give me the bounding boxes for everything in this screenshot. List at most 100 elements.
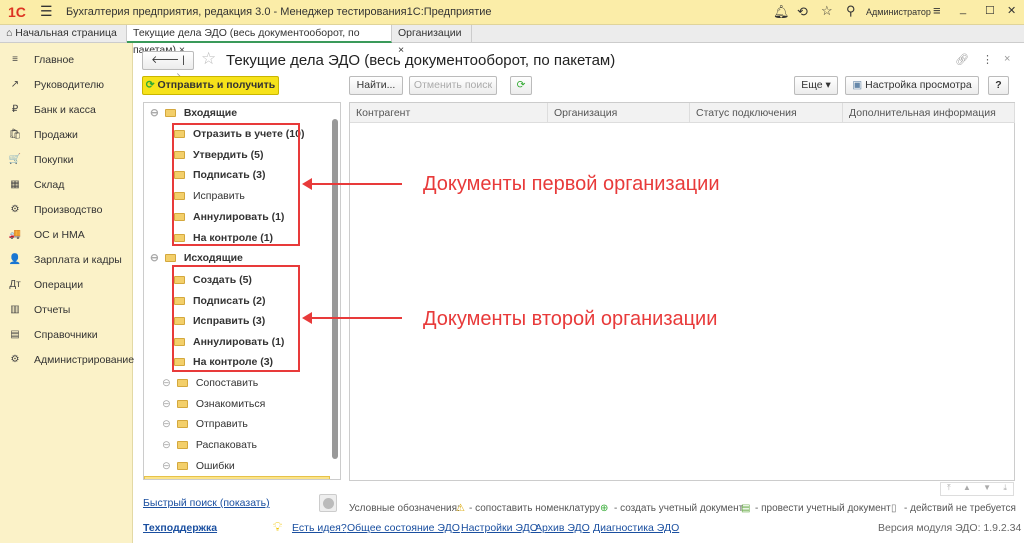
help-button[interactable]: ?: [988, 76, 1009, 95]
collapse-icon[interactable]: ⊖: [162, 435, 171, 455]
scroll-top-icon[interactable]: ⤒: [947, 483, 951, 495]
sidebar-item[interactable]: 🛍 Продажи: [8, 125, 78, 145]
star-icon[interactable]: ☆: [821, 3, 833, 19]
sidebar-item[interactable]: 👤 Зарплата и кадры: [8, 250, 122, 270]
sidebar-item-label: ОС и НМА: [34, 229, 85, 241]
tree-item-label: Отправить: [195, 418, 248, 431]
scroll-bottom-icon[interactable]: ⤓: [1003, 483, 1007, 495]
search-icon[interactable]: ⚲: [846, 3, 856, 19]
post-document-icon: ▤: [741, 503, 751, 514]
support-link[interactable]: Техподдержка: [143, 522, 217, 534]
collapse-icon[interactable]: ⊖: [162, 456, 171, 476]
collapse-icon[interactable]: ⊖: [150, 103, 159, 123]
idea-link[interactable]: Есть идея?: [292, 522, 347, 534]
sidebar-icon: 👤: [8, 254, 22, 265]
settings-menu-icon[interactable]: ≡: [933, 3, 941, 18]
sidebar-item[interactable]: 🛒 Покупки: [8, 150, 74, 170]
more-button[interactable]: Еще ▾: [794, 76, 838, 95]
folder-icon: [176, 420, 188, 429]
tab-organizations[interactable]: Организации ×: [392, 25, 472, 56]
tree-item-selected[interactable]: ⊖ Приглашения: [144, 476, 330, 479]
tree-item-label: Ознакомиться: [195, 397, 266, 410]
collapse-icon[interactable]: ⊖: [165, 476, 174, 479]
collapse-icon[interactable]: ⊖: [162, 373, 171, 393]
column-header-organization[interactable]: Организация: [548, 103, 690, 123]
edo-diagnostics-link[interactable]: Диагностика ЭДО: [593, 522, 679, 534]
more-menu-icon[interactable]: ⋮: [982, 53, 993, 66]
tree-item[interactable]: ⊖ Сопоставить: [162, 373, 258, 393]
link-icon[interactable]: 🔗︎: [955, 53, 969, 66]
tab-label: Начальная страница: [15, 27, 117, 39]
sidebar-item[interactable]: ≡ Главное: [8, 50, 74, 70]
highlight-box-second: [172, 265, 300, 372]
tree-item[interactable]: ⊖ Ознакомиться: [162, 394, 265, 414]
sidebar-item[interactable]: ₽ Банк и касса: [8, 100, 96, 120]
sidebar-item[interactable]: ▦ Склад: [8, 175, 64, 195]
sidebar-item[interactable]: ⚙ Производство: [8, 200, 103, 220]
tab-home[interactable]: ⌂ Начальная страница: [0, 25, 127, 43]
tab-current-edo[interactable]: Текущие дела ЭДО (весь документооборот, …: [127, 25, 392, 56]
edo-status-link[interactable]: Общее состояние ЭДО: [347, 522, 460, 534]
tree-scrollbar[interactable]: [332, 119, 338, 459]
tree-item[interactable]: ⊖ Ошибки: [162, 456, 235, 476]
button-label: Настройка просмотра: [865, 79, 972, 91]
send-receive-button[interactable]: ⟳ Отправить и получить: [142, 76, 279, 95]
legend-create: - создать учетный документ: [614, 503, 744, 514]
app-title: Бухгалтерия предприятия, редакция 3.0 - …: [66, 6, 492, 18]
sidebar-item[interactable]: ⚙ Администрирование: [8, 350, 135, 370]
sidebar-item[interactable]: ▤ Справочники: [8, 325, 97, 345]
folder-icon: [176, 461, 188, 470]
edo-archive-link[interactable]: Архив ЭДО: [535, 522, 590, 534]
scroll-up-icon[interactable]: ▲: [963, 483, 971, 495]
cancel-search-button[interactable]: Отменить поиск: [409, 76, 497, 95]
annotation-first-org: Документы первой организации: [423, 173, 720, 195]
collapse-icon[interactable]: ⊖: [162, 394, 171, 414]
legend-match: - сопоставить номенклатуру: [469, 503, 600, 514]
tree-item[interactable]: ⊖ Отправить: [162, 414, 248, 434]
legend-title: Условные обозначения:: [349, 503, 460, 514]
minimize-icon[interactable]: _: [960, 3, 966, 15]
menu-icon[interactable]: ☰: [40, 3, 53, 20]
nav-buttons: 🡐 | 🡒: [142, 51, 194, 83]
tree-item[interactable]: ⊖ Распаковать: [162, 435, 257, 455]
history-icon[interactable]: ⟲: [797, 4, 808, 20]
clear-search-button[interactable]: [319, 494, 337, 512]
lightbulb-icon: 💡︎: [273, 519, 283, 534]
column-header-connection-status[interactable]: Статус подключения: [690, 103, 843, 123]
collapse-icon[interactable]: ⊖: [150, 248, 159, 268]
sidebar-item[interactable]: ▥ Отчеты: [8, 300, 70, 320]
column-header-counterparty[interactable]: Контрагент: [350, 103, 548, 123]
refresh-icon: ⟳: [145, 79, 158, 91]
close-window-icon[interactable]: ✕: [1007, 4, 1016, 17]
sidebar-icon: ↗: [10, 79, 20, 90]
tree-group-incoming[interactable]: ⊖ Входящие: [150, 103, 237, 123]
tree-item-label: Приглашения: [199, 476, 265, 479]
collapse-icon[interactable]: ⊖: [162, 414, 171, 434]
column-header-additional-info[interactable]: Дополнительная информация: [843, 103, 1015, 123]
user-name[interactable]: Администратор: [866, 7, 931, 17]
favorite-star-icon[interactable]: ☆: [201, 49, 216, 69]
quick-search-link[interactable]: Быстрый поиск (показать): [143, 497, 270, 509]
1c-logo: 1С: [8, 4, 26, 20]
tab-bar: ⌂ Начальная страница Текущие дела ЭДО (в…: [0, 25, 1024, 56]
bell-icon[interactable]: 🔔︎: [773, 4, 790, 20]
sidebar-icon: ▤: [10, 329, 20, 340]
maximize-icon[interactable]: ☐: [985, 4, 995, 17]
sidebar-item[interactable]: Дт Операции: [8, 275, 83, 295]
button-label: Еще: [801, 79, 823, 91]
sidebar-item-label: Операции: [34, 279, 84, 291]
sidebar: ≡ Главное ↗ Руководителю ₽ Банк и касса 🛍 Прода…: [0, 43, 135, 543]
sidebar-item[interactable]: 🚚 ОС и НМА: [8, 225, 85, 245]
view-settings-button[interactable]: ▣ Настройка просмотра: [845, 76, 979, 95]
sidebar-item[interactable]: ↗ Руководителю: [8, 75, 104, 95]
find-button[interactable]: Найти...: [349, 76, 403, 95]
folder-icon: [176, 441, 188, 450]
back-button[interactable]: 🡐: [151, 54, 179, 66]
close-form-icon[interactable]: ×: [1004, 53, 1010, 65]
arrow-first: [302, 178, 402, 190]
tree-item-label: Входящие: [183, 107, 238, 119]
scroll-down-icon[interactable]: ▼: [983, 483, 991, 495]
refresh-button[interactable]: ⟳: [510, 76, 532, 95]
grid-scroll-buttons: ⤒ ▲ ▼ ⤓: [940, 482, 1014, 496]
edo-settings-link[interactable]: Настройки ЭДО: [461, 522, 538, 534]
